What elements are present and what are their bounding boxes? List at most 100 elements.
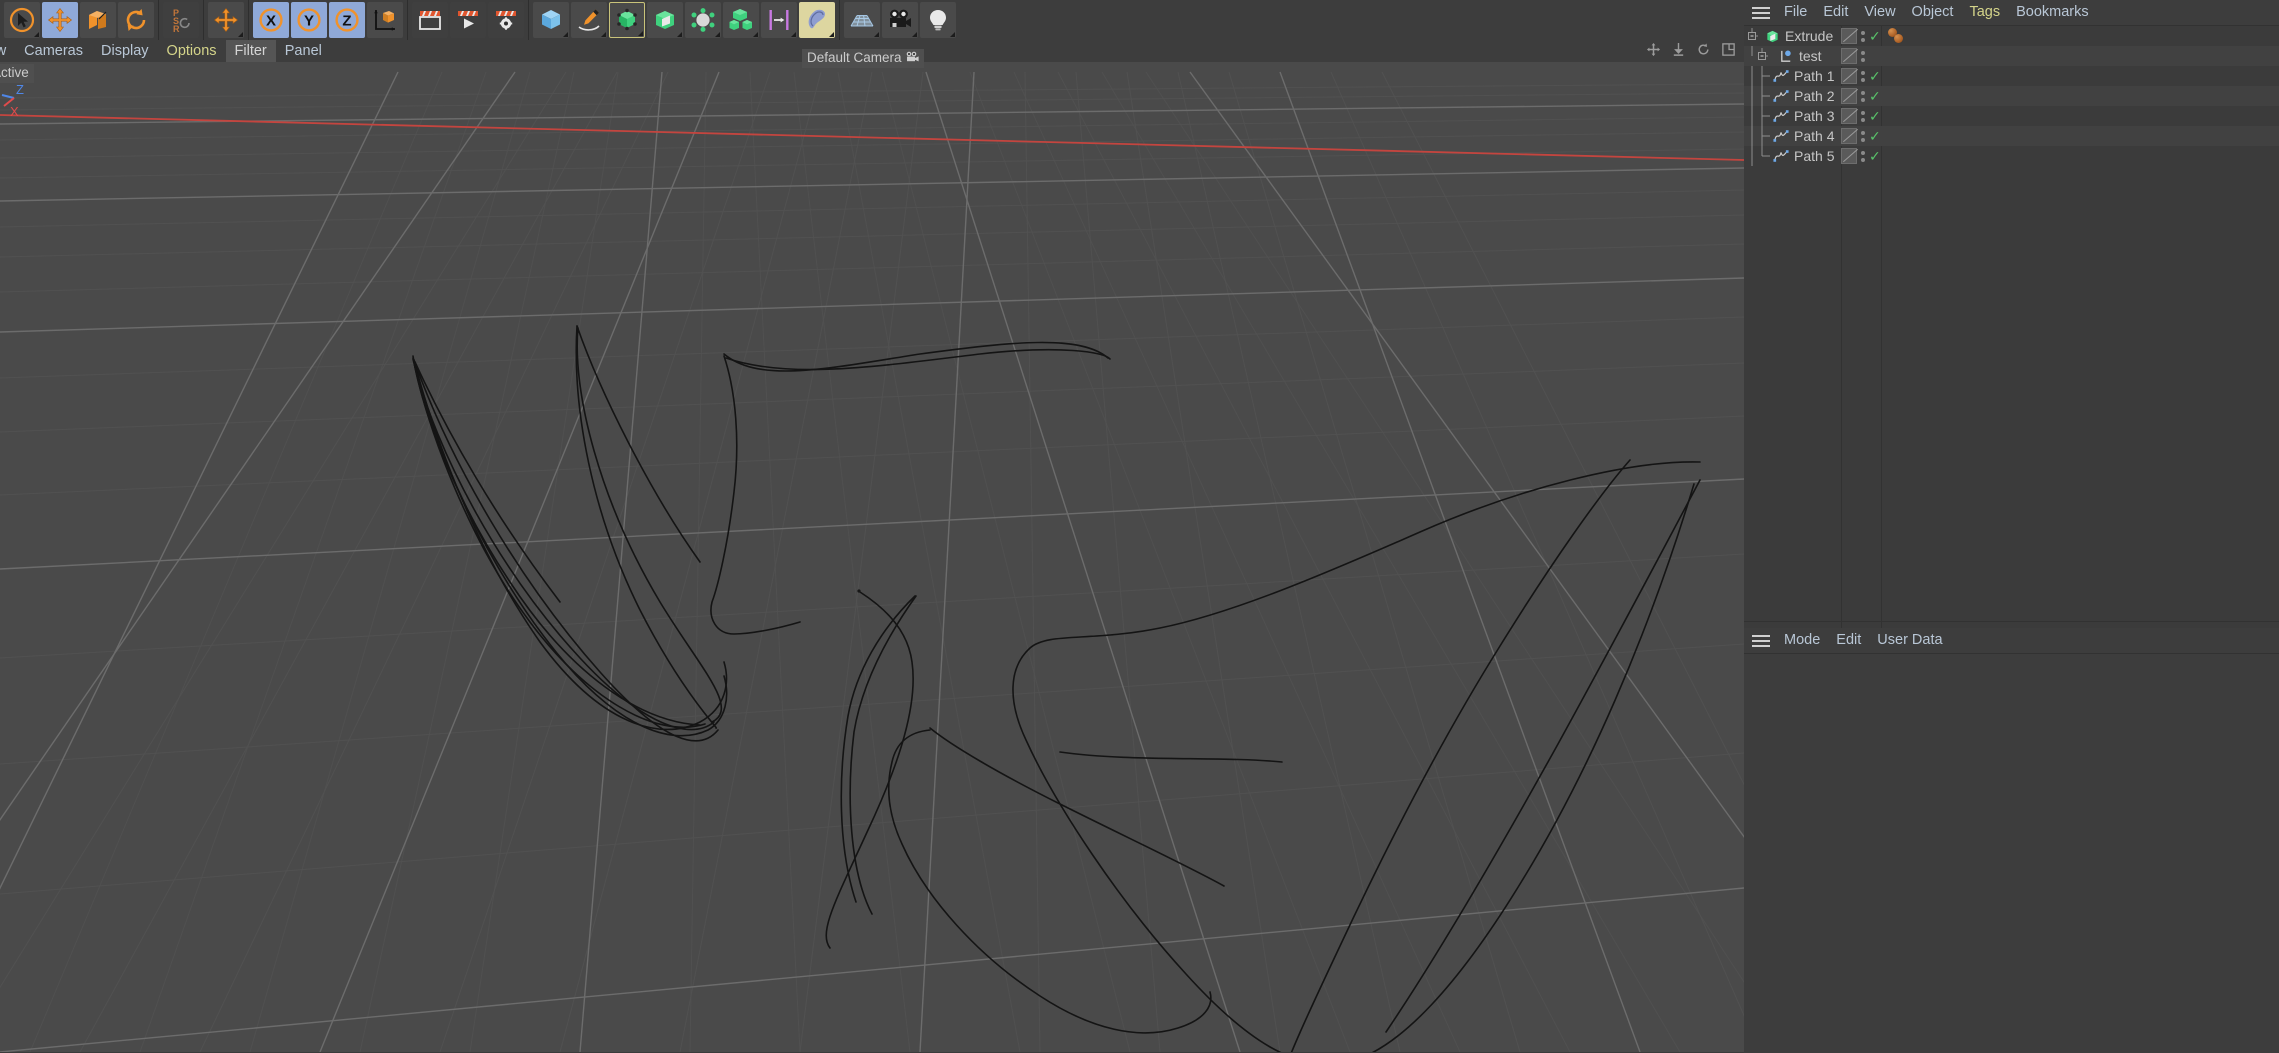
floor-button[interactable] (844, 2, 880, 38)
panel-divider[interactable] (1744, 621, 2279, 622)
om-menu-bookmarks[interactable]: Bookmarks (2008, 0, 2097, 25)
viewport-menu-options[interactable]: Options (158, 40, 226, 62)
camera-button[interactable] (882, 2, 918, 38)
attribute-manager-menubar: Mode Edit User Data (1744, 628, 2279, 654)
object-row-test[interactable]: test (1744, 46, 2279, 66)
svg-text:Y: Y (304, 13, 314, 30)
object-row-path-2[interactable]: Path 2 ✓ (1744, 86, 2279, 106)
svg-text:Z: Z (16, 82, 24, 97)
object-row-path-1[interactable]: Path 1 ✓ (1744, 66, 2279, 86)
pan-icon[interactable] (1646, 42, 1661, 61)
spline-path-icon (1773, 149, 1789, 163)
material-chip-icon[interactable] (1841, 128, 1857, 144)
object-manager-menubar: File Edit View Object Tags Bookmarks (1744, 0, 2279, 26)
visibility-dots-icon[interactable] (1861, 30, 1865, 42)
world-object-axis-button[interactable] (208, 2, 244, 38)
mograph-cloner-button[interactable] (723, 2, 759, 38)
tag-sphere-icon[interactable] (1893, 34, 1903, 43)
enabled-check-icon[interactable]: ✓ (1869, 109, 1881, 123)
visibility-dots-icon[interactable] (1861, 110, 1865, 122)
viewport-menu-view[interactable]: View (0, 40, 15, 62)
move-tool-button[interactable] (42, 2, 78, 38)
material-chip-icon[interactable] (1841, 148, 1857, 164)
material-chip-icon[interactable] (1841, 68, 1857, 84)
viewport-3d-scene[interactable]: Z X (0, 62, 1744, 1052)
material-chip-icon[interactable] (1841, 28, 1857, 44)
svg-text:R: R (173, 24, 180, 33)
spline-path-icon (1773, 129, 1789, 143)
am-menu-mode[interactable]: Mode (1776, 628, 1828, 653)
camera-small-icon (905, 51, 919, 65)
subdivision-surface-button[interactable] (609, 2, 645, 38)
y-axis-lock-button[interactable]: Y (291, 2, 327, 38)
material-chip-icon[interactable] (1841, 108, 1857, 124)
attribute-manager-body[interactable] (1744, 654, 2279, 1053)
attribute-manager-hamburger-icon[interactable] (1752, 634, 1770, 647)
viewport-menu-cameras[interactable]: Cameras (15, 40, 92, 62)
character-object-button[interactable] (799, 2, 835, 38)
am-menu-edit[interactable]: Edit (1828, 628, 1869, 653)
array-object-button[interactable] (647, 2, 683, 38)
object-name-path-1: Path 1 (1794, 68, 1835, 84)
viewport-menu-filter[interactable]: Filter (225, 40, 276, 62)
camera-badge-label: Default Camera (807, 50, 902, 65)
dolly-icon[interactable] (1671, 42, 1686, 61)
visibility-dots-icon[interactable] (1861, 90, 1865, 102)
toolbar-group-psr: P S R (158, 0, 203, 40)
visibility-dots-icon[interactable] (1861, 70, 1865, 82)
om-menu-view[interactable]: View (1856, 0, 1903, 25)
enabled-check-icon[interactable]: ✓ (1869, 69, 1881, 83)
visibility-dots-icon[interactable] (1861, 150, 1865, 162)
om-row-controls-extrude: ✓ (1841, 26, 1910, 46)
viewport-menu-panel[interactable]: Panel (276, 40, 331, 62)
am-menu-user-data[interactable]: User Data (1869, 628, 1950, 653)
spline-path-icon (1773, 89, 1789, 103)
render-view-button[interactable] (412, 2, 448, 38)
world-coordinate-button[interactable] (367, 2, 403, 38)
render-settings-button[interactable] (488, 2, 524, 38)
material-chip-icon[interactable] (1841, 48, 1857, 64)
material-chip-icon[interactable] (1841, 88, 1857, 104)
z-axis-lock-button[interactable]: Z (329, 2, 365, 38)
pen-spline-button[interactable] (571, 2, 607, 38)
viewport-camera-badge[interactable]: Default Camera (802, 49, 924, 68)
orbit-icon[interactable] (1696, 42, 1711, 61)
deformer-button[interactable] (685, 2, 721, 38)
live-selection-button[interactable] (4, 2, 40, 38)
linear-field-button[interactable] (761, 2, 797, 38)
object-row-path-5[interactable]: Path 5 ✓ (1744, 146, 2279, 166)
object-row-extrude[interactable]: Extrude ✓ (1744, 26, 2279, 46)
viewport-menu-display[interactable]: Display (92, 40, 158, 62)
maximize-view-icon[interactable] (1721, 42, 1736, 61)
object-row-path-4[interactable]: Path 4 ✓ (1744, 126, 2279, 146)
object-manager-tree[interactable]: Extrude ✓ test Path 1 ✓ Path 2 ✓ Path 3 … (1744, 26, 2279, 629)
visibility-dots-icon[interactable] (1861, 50, 1865, 62)
object-manager-hamburger-icon[interactable] (1752, 6, 1770, 19)
rotate-tool-button[interactable] (118, 2, 154, 38)
enabled-check-icon[interactable]: ✓ (1869, 29, 1881, 43)
svg-text:X: X (10, 104, 19, 119)
attribute-manager: Mode Edit User Data (1744, 628, 2279, 1053)
enabled-check-icon[interactable]: ✓ (1869, 129, 1881, 143)
enabled-check-icon[interactable]: ✓ (1869, 149, 1881, 163)
om-menu-tags[interactable]: Tags (1961, 0, 2008, 25)
enabled-check-icon[interactable]: ✓ (1869, 89, 1881, 103)
om-menu-object[interactable]: Object (1904, 0, 1962, 25)
visibility-dots-icon[interactable] (1861, 130, 1865, 142)
psr-button[interactable]: P S R (163, 2, 199, 38)
scale-tool-button[interactable] (80, 2, 116, 38)
cube-button[interactable] (533, 2, 569, 38)
object-row-path-3[interactable]: Path 3 ✓ (1744, 106, 2279, 126)
light-button[interactable] (920, 2, 956, 38)
tag-icons-extrude[interactable] (1887, 28, 1910, 44)
svg-text:Z: Z (342, 13, 351, 30)
om-menu-file[interactable]: File (1776, 0, 1815, 25)
render-to-picture-viewer-button[interactable] (450, 2, 486, 38)
x-axis-lock-button[interactable]: X (253, 2, 289, 38)
viewport[interactable]: View Cameras Display Options Filter Pane… (0, 40, 1744, 1052)
om-row-controls-path-4: ✓ (1841, 126, 1881, 146)
viewport-grid-and-splines (0, 62, 1744, 1052)
svg-text:X: X (266, 13, 276, 30)
om-menu-edit[interactable]: Edit (1815, 0, 1856, 25)
om-row-controls-path-5: ✓ (1841, 146, 1881, 166)
